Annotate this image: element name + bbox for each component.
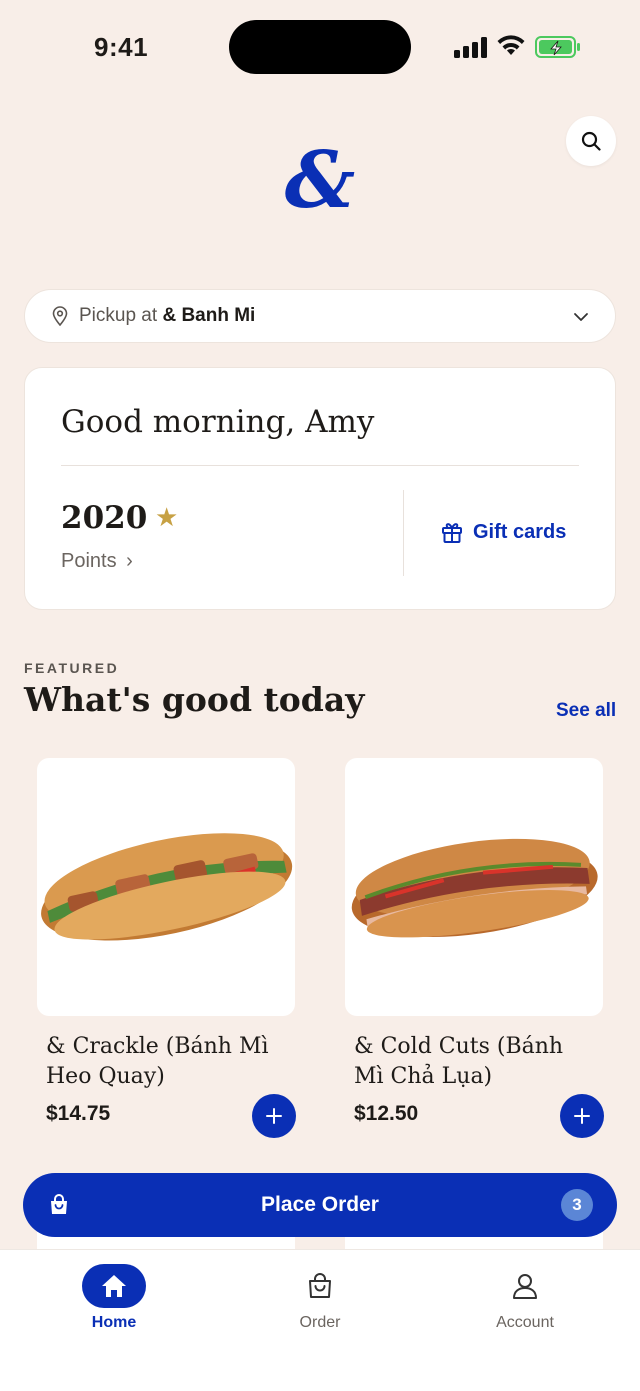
gift-cards-label: Gift cards [473,520,567,543]
shopping-bag-icon [51,1194,67,1214]
pickup-prefix: Pickup at [79,305,158,326]
plus-icon [574,1108,590,1124]
nav-label: Account [496,1314,554,1331]
cart-count-badge: 3 [561,1189,593,1221]
featured-eyebrow: FEATURED [24,660,120,676]
cellular-signal-icon [454,36,488,58]
wifi-icon [497,35,525,55]
star-icon: ★ [155,502,179,532]
gift-cards-button[interactable]: Gift cards [441,520,566,544]
nav-label: Order [299,1314,341,1331]
nav-item-home[interactable]: Home [54,1264,174,1332]
search-button[interactable] [566,116,616,166]
product-name: & Crackle (Bánh Mì Heo Quay) [46,1034,269,1089]
chevron-right-icon: › [126,550,133,572]
add-to-cart-button[interactable] [252,1094,296,1138]
points-label: Points [61,550,117,572]
section-title: What's good today [24,680,365,719]
add-to-cart-button[interactable] [560,1094,604,1138]
product-image [37,758,295,1016]
nav-item-account[interactable]: Account [465,1264,585,1332]
shopping-bag-icon [260,1264,380,1308]
search-icon [581,131,601,151]
gift-icon [442,523,462,543]
plus-icon [266,1108,282,1124]
greeting-title: Good morning, Amy [61,404,375,440]
product-card[interactable]: & Crackle (Bánh Mì Heo Quay) $14.75 [37,758,296,1138]
product-name: & Cold Cuts (Bánh Mì Chả Lụa) [354,1034,564,1089]
place-order-label: Place Order [261,1193,379,1216]
nav-label: Home [91,1314,137,1331]
status-bar: 9:41 [0,0,640,90]
status-time: 9:41 [94,32,149,62]
greeting-card: Good morning, Amy 2020 ★ Points › Gift c… [24,367,616,610]
pickup-location-selector[interactable]: Pickup at & Banh Mi [24,289,616,343]
see-all-link[interactable]: See all [556,700,616,722]
pickup-label: Pickup at & Banh Mi [79,305,255,327]
product-image [345,758,603,1016]
nav-item-order[interactable]: Order [260,1264,380,1332]
divider [61,465,579,466]
product-card[interactable]: & Cold Cuts (Bánh Mì Chả Lụa) $12.50 [345,758,604,1138]
vertical-divider [403,490,404,576]
battery-charging-icon [535,36,580,58]
brand-logo: & [284,134,356,226]
points-link[interactable]: Points › [61,550,133,573]
dynamic-island [229,20,411,74]
pickup-location: & Banh Mi [162,305,256,326]
user-icon [465,1264,585,1308]
home-icon [82,1264,146,1308]
bottom-navigation: Home Order Account [0,1249,640,1391]
place-order-button[interactable]: Place Order 3 [23,1173,617,1237]
points-value: 2020 [61,500,148,536]
location-pin-icon [52,306,68,326]
product-price: $12.50 [354,1102,419,1125]
chevron-down-icon [574,313,588,321]
product-price: $14.75 [46,1102,111,1125]
